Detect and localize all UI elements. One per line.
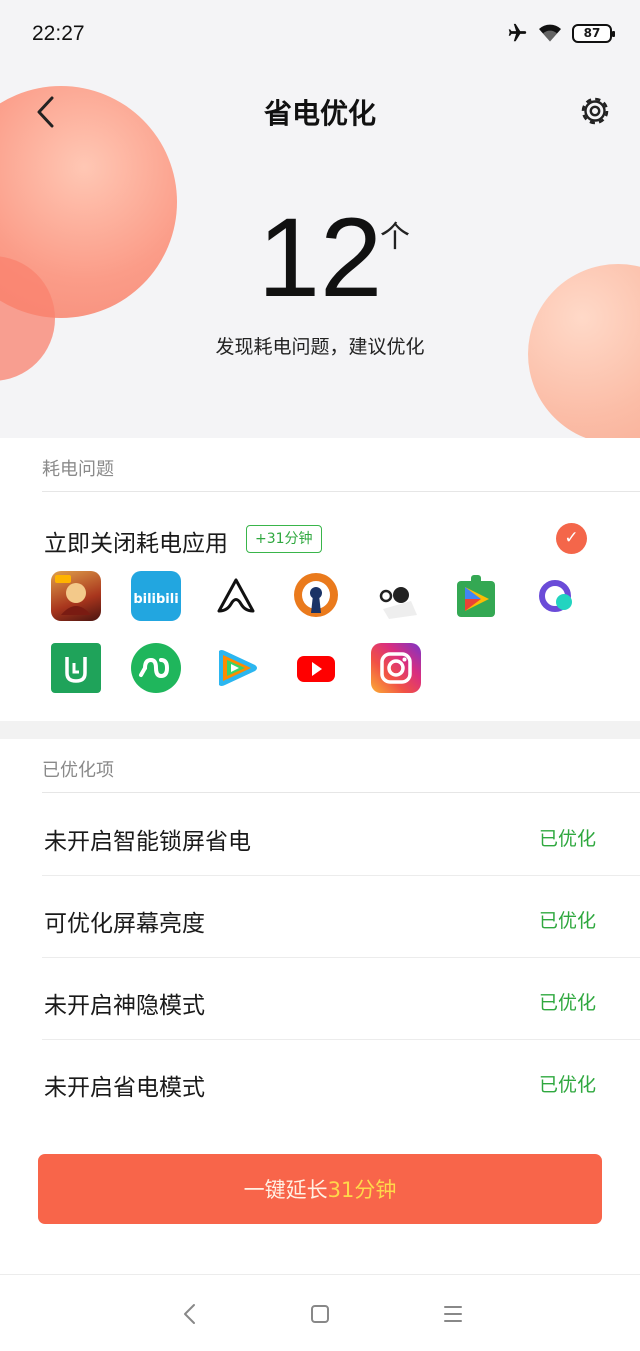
status-bar: 22:27 87 [0, 0, 640, 70]
wifi-icon [539, 24, 561, 42]
optimized-item[interactable]: 未开启神隐模式 已优化 [0, 958, 640, 1040]
openvpn-icon [291, 571, 341, 621]
optimized-item-status: 已优化 [538, 992, 596, 1014]
status-time: 22:27 [32, 22, 85, 45]
time-gain-badge: +31分钟 [246, 525, 322, 553]
optimized-item[interactable]: 未开启智能锁屏省电 已优化 [0, 794, 640, 876]
status-icons: 87 [506, 22, 615, 44]
aweme-icon [211, 571, 261, 621]
checkmark-icon[interactable]: ✓ [556, 523, 587, 554]
infinity-app-icon [131, 643, 181, 693]
page-title: 省电优化 [263, 97, 376, 130]
nav-home-icon[interactable] [305, 1299, 335, 1329]
google-play-services-icon [451, 571, 501, 621]
honor-of-kings-icon [51, 571, 101, 621]
nav-back-icon[interactable] [175, 1299, 205, 1329]
section-label-optimized: 已优化项 [42, 760, 114, 781]
instagram-icon [371, 643, 421, 693]
battery-icon: 87 [572, 23, 615, 43]
airplane-icon [508, 23, 527, 42]
issue-count-wrap: 12 [0, 196, 640, 320]
divider-line [42, 792, 640, 793]
gear-icon[interactable] [576, 92, 614, 130]
bilibili-icon: bilibili [131, 571, 181, 621]
nav-menu-icon[interactable] [438, 1299, 468, 1329]
optimized-item-status: 已优化 [538, 828, 596, 850]
section-label-issues: 耗电问题 [42, 459, 114, 480]
mi-home-icon [51, 643, 101, 693]
cta-highlight: 31分钟 [327, 1178, 397, 1202]
summary-subtitle: 发现耗电问题，建议优化 [215, 336, 425, 358]
navigation-bar [0, 1274, 640, 1351]
tencent-video-icon [211, 643, 261, 693]
dots-app-icon [371, 571, 421, 621]
extend-battery-button[interactable]: 一键延长 31分钟 [38, 1154, 602, 1224]
optimized-item[interactable]: 可优化屏幕亮度 已优化 [0, 876, 640, 958]
optimized-item-label: 未开启智能锁屏省电 [44, 829, 251, 855]
optimized-item-label: 未开启神隐模式 [44, 993, 205, 1019]
svg-text:bilibili: bilibili [133, 592, 178, 607]
issue-count: 12 [257, 195, 383, 320]
optimized-item-status: 已优化 [538, 1074, 596, 1096]
issue-count-unit: 个 [380, 220, 410, 255]
close-apps-title: 立即关闭耗电应用 [44, 531, 228, 557]
youtube-icon [291, 643, 341, 693]
battery-level: 87 [583, 26, 601, 40]
optimized-item-status: 已优化 [538, 910, 596, 932]
divider-line [42, 491, 640, 492]
optimized-item-label: 可优化屏幕亮度 [44, 911, 205, 937]
q-app-icon [531, 571, 581, 621]
cta-prefix: 一键延长 [243, 1178, 328, 1202]
optimized-item[interactable]: 未开启省电模式 已优化 [0, 1040, 640, 1122]
section-divider [0, 721, 640, 739]
optimized-item-label: 未开启省电模式 [44, 1075, 205, 1101]
